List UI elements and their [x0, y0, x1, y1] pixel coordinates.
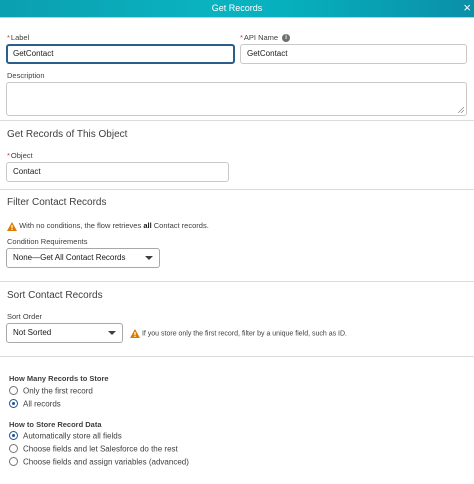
- radio-label: Choose fields and let Salesforce do the …: [23, 444, 178, 454]
- warning-text-end: Contact records.: [151, 221, 209, 230]
- section-divider: [0, 120, 474, 121]
- radio-only-first-record[interactable]: Only the first record: [9, 386, 93, 397]
- get-records-section-title: Get Records of This Object: [7, 129, 128, 140]
- sort-hint-text: If you store only the first record, filt…: [141, 330, 347, 338]
- object-input[interactable]: Contact: [6, 162, 229, 182]
- api-name-input[interactable]: GetContact: [240, 44, 467, 64]
- chevron-down-icon: [108, 331, 116, 335]
- chevron-down-icon: [145, 256, 153, 260]
- radio-button-selected[interactable]: [9, 399, 18, 409]
- label-field-label: *Label: [7, 33, 29, 42]
- sort-order-value: Not Sorted: [13, 328, 52, 337]
- sort-hint: If you store only the first record, filt…: [130, 329, 347, 338]
- section-divider: [0, 189, 474, 190]
- filter-section-title: Filter Contact Records: [7, 197, 107, 208]
- condition-requirements-select[interactable]: None—Get All Contact Records: [6, 248, 160, 268]
- sort-order-select[interactable]: Not Sorted: [6, 323, 123, 343]
- radio-label: Only the first record: [23, 386, 93, 396]
- sort-order-label: Sort Order: [7, 312, 43, 321]
- radio-button[interactable]: [9, 457, 18, 467]
- how-many-label: How Many Records to Store: [9, 374, 109, 383]
- radio-label: All records: [23, 399, 61, 409]
- radio-button[interactable]: [9, 386, 18, 396]
- close-icon[interactable]: ×: [463, 1, 471, 15]
- object-label-text: Object: [10, 151, 33, 160]
- info-icon[interactable]: i: [282, 34, 291, 43]
- radio-label: Choose fields and assign variables (adva…: [23, 457, 189, 467]
- sort-section-title: Sort Contact Records: [7, 290, 103, 301]
- api-name-field-label: *API Name i: [240, 33, 291, 43]
- radio-all-records[interactable]: All records: [9, 399, 61, 410]
- how-to-store-label: How to Store Record Data: [9, 420, 102, 429]
- modal-title: Get Records: [211, 3, 263, 13]
- radio-choose-fields-assign-variables[interactable]: Choose fields and assign variables (adva…: [9, 457, 189, 468]
- condition-requirements-value: None—Get All Contact Records: [13, 253, 126, 262]
- required-mark: *: [7, 151, 10, 160]
- radio-button-selected[interactable]: [9, 431, 18, 441]
- section-divider: [0, 356, 474, 357]
- section-divider: [0, 281, 474, 282]
- filter-warning: With no conditions, the flow retrieves a…: [7, 221, 209, 231]
- required-mark: *: [7, 33, 10, 42]
- object-field-label: *Object: [7, 151, 33, 160]
- modal-header: Get Records ×: [0, 0, 474, 18]
- radio-choose-fields-salesforce[interactable]: Choose fields and let Salesforce do the …: [9, 444, 178, 455]
- api-name-text: API Name: [243, 33, 279, 42]
- label-input[interactable]: GetContact: [6, 44, 235, 64]
- description-label: Description: [7, 71, 45, 80]
- resize-grip-icon[interactable]: [458, 107, 464, 113]
- radio-label: Automatically store all fields: [23, 431, 122, 441]
- description-textarea[interactable]: [6, 82, 467, 116]
- condition-requirements-label: Condition Requirements: [7, 237, 88, 246]
- label-text: Label: [10, 33, 30, 42]
- warning-icon: [7, 221, 17, 231]
- radio-auto-store-fields[interactable]: Automatically store all fields: [9, 431, 122, 442]
- warning-emphasis: all: [143, 221, 152, 230]
- radio-button[interactable]: [9, 444, 18, 454]
- warning-text: With no conditions, the flow retrieves: [19, 221, 144, 230]
- required-mark: *: [240, 33, 243, 42]
- warning-icon: [130, 329, 140, 338]
